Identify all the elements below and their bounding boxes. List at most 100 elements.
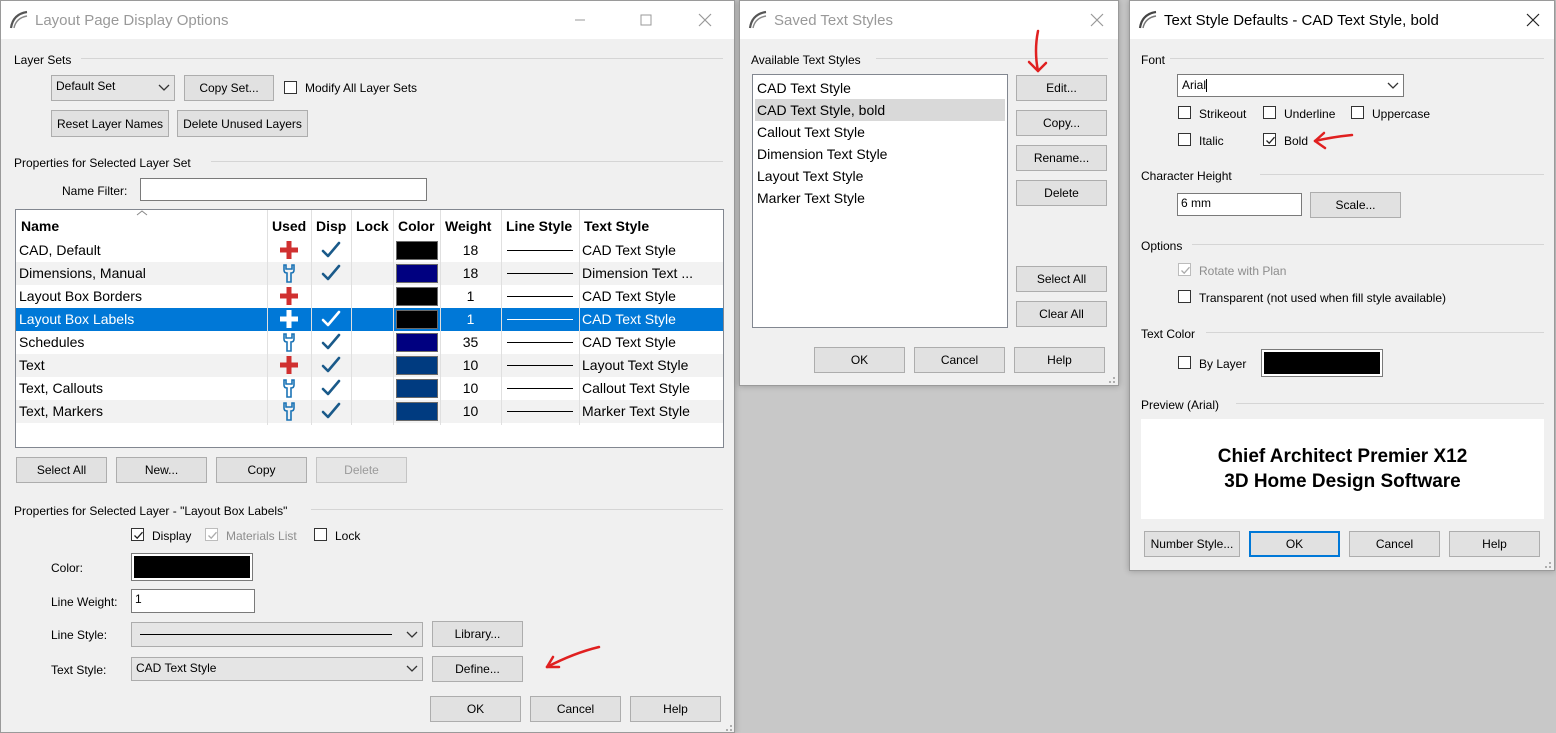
transparent-checkbox[interactable]: [1178, 290, 1191, 303]
text-style-list-item[interactable]: Marker Text Style: [755, 187, 1005, 209]
column-header-text-style[interactable]: Text Style: [584, 218, 649, 234]
close-icon[interactable]: [1086, 9, 1108, 31]
uppercase-checkbox[interactable]: [1351, 106, 1364, 119]
font-dropdown[interactable]: Arial: [1177, 74, 1404, 97]
resize-grip-icon[interactable]: [1542, 559, 1552, 569]
table-row[interactable]: Text, Callouts 10 Callout Text Style: [16, 377, 723, 400]
close-icon[interactable]: [694, 9, 716, 31]
display-check-icon[interactable]: [320, 262, 342, 284]
layer-weight-cell: 35: [462, 334, 479, 350]
number-style-button[interactable]: Number Style...: [1144, 531, 1240, 557]
layer-color-swatch[interactable]: [396, 356, 438, 375]
library-button[interactable]: Library...: [432, 621, 523, 647]
column-header-color[interactable]: Color: [398, 218, 435, 234]
display-check-icon[interactable]: [320, 239, 342, 261]
table-row[interactable]: CAD, Default 18 CAD Text Style: [16, 239, 723, 262]
text-style-list-item[interactable]: CAD Text Style, bold: [755, 99, 1005, 121]
table-row[interactable]: Layout Box Labels 1 CAD Text Style: [16, 308, 723, 331]
text-style-list-item[interactable]: Dimension Text Style: [755, 143, 1005, 165]
layer-color-swatch[interactable]: [396, 241, 438, 260]
rotate-with-plan-checkbox[interactable]: [1178, 263, 1191, 276]
help-button[interactable]: Help: [630, 696, 721, 722]
reset-layer-names-button[interactable]: Reset Layer Names: [51, 110, 169, 137]
strikeout-checkbox[interactable]: [1178, 106, 1191, 119]
help-button[interactable]: Help: [1014, 347, 1105, 373]
display-check-icon[interactable]: [320, 377, 342, 399]
italic-checkbox[interactable]: [1178, 133, 1191, 146]
display-check-icon[interactable]: [320, 400, 342, 422]
text-style-list-item[interactable]: CAD Text Style: [755, 77, 1005, 99]
layer-color-swatch[interactable]: [396, 333, 438, 352]
maximize-icon[interactable]: [635, 9, 657, 31]
underline-checkbox[interactable]: [1263, 106, 1276, 119]
lock-checkbox[interactable]: [314, 528, 327, 541]
define-button[interactable]: Define...: [432, 656, 523, 682]
by-layer-checkbox[interactable]: [1178, 356, 1191, 369]
character-height-input[interactable]: 6 mm: [1177, 193, 1302, 216]
column-header-lock[interactable]: Lock: [356, 218, 389, 234]
edit-button[interactable]: Edit...: [1016, 75, 1107, 101]
select-all-button[interactable]: Select All: [16, 457, 107, 483]
ok-button[interactable]: OK: [430, 696, 521, 722]
clear-all-button[interactable]: Clear All: [1016, 301, 1107, 327]
name-filter-input[interactable]: [140, 178, 427, 201]
ok-button[interactable]: OK: [1249, 531, 1340, 557]
title-bar[interactable]: Saved Text Styles: [740, 1, 1118, 39]
layer-color-swatch[interactable]: [396, 402, 438, 421]
layer-color-swatch[interactable]: [131, 553, 253, 581]
copy-style-button[interactable]: Copy...: [1016, 110, 1107, 136]
display-check-icon[interactable]: [320, 308, 342, 330]
text-style-list-item[interactable]: Layout Text Style: [755, 165, 1005, 187]
close-icon[interactable]: [1522, 9, 1544, 31]
resize-grip-icon[interactable]: [723, 722, 733, 732]
layer-color-swatch[interactable]: [396, 287, 438, 306]
line-style-dropdown[interactable]: [131, 622, 423, 647]
column-header-weight[interactable]: Weight: [445, 218, 491, 234]
annotation-arrow-icon: [545, 645, 601, 669]
sort-ascending-icon[interactable]: [136, 210, 148, 216]
minimize-icon[interactable]: [569, 9, 591, 31]
scale-button[interactable]: Scale...: [1310, 192, 1401, 218]
rename-button[interactable]: Rename...: [1016, 145, 1107, 171]
chevron-down-icon: [406, 631, 418, 638]
layer-color-swatch[interactable]: [396, 379, 438, 398]
materials-list-checkbox[interactable]: [205, 528, 218, 541]
modify-all-layer-sets-checkbox[interactable]: [284, 81, 297, 94]
table-row[interactable]: Text 10 Layout Text Style: [16, 354, 723, 377]
layer-color-swatch[interactable]: [396, 264, 438, 283]
delete-style-button[interactable]: Delete: [1016, 180, 1107, 206]
help-button[interactable]: Help: [1449, 531, 1540, 557]
cancel-button[interactable]: Cancel: [914, 347, 1005, 373]
text-style-list-item[interactable]: Callout Text Style: [755, 121, 1005, 143]
title-bar[interactable]: Text Style Defaults - CAD Text Style, bo…: [1130, 1, 1554, 39]
cancel-button[interactable]: Cancel: [1349, 531, 1440, 557]
bold-checkbox[interactable]: [1263, 133, 1276, 146]
copy-set-button[interactable]: Copy Set...: [184, 75, 274, 101]
select-all-styles-button[interactable]: Select All: [1016, 266, 1107, 292]
column-header-line-style[interactable]: Line Style: [506, 218, 572, 234]
table-row[interactable]: Layout Box Borders 1 CAD Text Style: [16, 285, 723, 308]
display-check-icon[interactable]: [320, 331, 342, 353]
column-header-name[interactable]: Name: [21, 218, 59, 234]
column-header-used[interactable]: Used: [272, 218, 306, 234]
copy-layer-button[interactable]: Copy: [216, 457, 307, 483]
text-style-dropdown[interactable]: CAD Text Style: [131, 657, 423, 681]
table-row[interactable]: Dimensions, Manual 18 Dimension Text ...: [16, 262, 723, 285]
title-bar[interactable]: Layout Page Display Options: [1, 1, 734, 39]
display-checkbox[interactable]: [131, 528, 144, 541]
table-row[interactable]: Text, Markers 10 Marker Text Style: [16, 400, 723, 423]
chevron-down-icon: [1387, 82, 1399, 89]
delete-layer-button[interactable]: Delete: [316, 457, 407, 483]
line-weight-input[interactable]: 1: [131, 589, 255, 613]
display-check-icon[interactable]: [320, 354, 342, 376]
text-color-swatch[interactable]: [1261, 349, 1383, 377]
delete-unused-layers-button[interactable]: Delete Unused Layers: [177, 110, 308, 137]
layer-color-swatch[interactable]: [396, 310, 438, 329]
layer-set-dropdown[interactable]: Default Set: [51, 75, 175, 101]
column-header-disp[interactable]: Disp: [316, 218, 346, 234]
cancel-button[interactable]: Cancel: [530, 696, 621, 722]
ok-button[interactable]: OK: [814, 347, 905, 373]
table-row[interactable]: Schedules 35 CAD Text Style: [16, 331, 723, 354]
resize-grip-icon[interactable]: [1106, 374, 1116, 384]
new-layer-button[interactable]: New...: [116, 457, 207, 483]
